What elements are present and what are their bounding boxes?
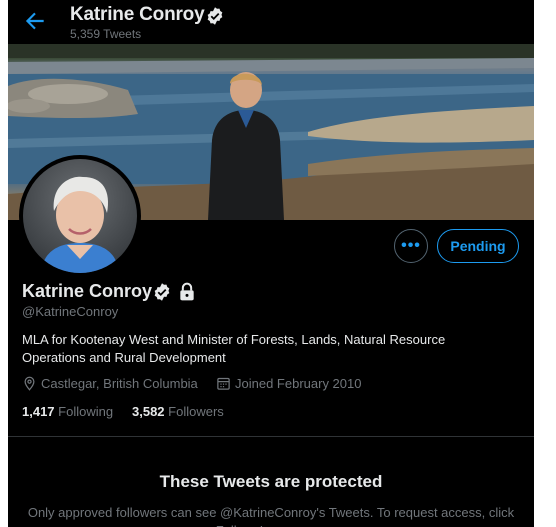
more-options-button[interactable]: •••: [394, 229, 428, 263]
verified-badge-icon: [154, 283, 170, 301]
profile-location: Castlegar, British Columbia: [41, 376, 198, 391]
followers-label: Followers: [168, 404, 224, 419]
profile-joined: Joined February 2010: [235, 376, 362, 391]
protected-title: These Tweets are protected: [159, 472, 383, 491]
followers-count: 3,582: [132, 404, 165, 419]
calendar-icon: [217, 377, 230, 390]
lock-icon: [180, 282, 194, 301]
back-arrow-icon[interactable]: [22, 8, 48, 34]
verified-badge-icon: [207, 7, 223, 25]
divider: [8, 436, 534, 437]
following-label: Following: [58, 404, 114, 419]
header-name: Katrine Conroy: [70, 4, 205, 25]
followers-link[interactable]: 3,582 Followers: [132, 404, 224, 419]
following-count: 1,417: [22, 404, 55, 419]
profile-name: Katrine Conroy: [22, 281, 153, 301]
protected-message: Only approved followers can see @Katrine…: [27, 505, 515, 527]
location-pin-icon: [24, 376, 35, 391]
profile-header: Katrine Conroy 5,359 Tweets: [8, 0, 534, 44]
pending-button[interactable]: Pending: [437, 229, 519, 263]
profile-page: Katrine Conroy 5,359 Tweets ••• Pending …: [8, 0, 534, 527]
avatar[interactable]: [19, 155, 141, 277]
tweet-count: 5,359 Tweets: [70, 27, 142, 41]
following-link[interactable]: 1,417 Following: [22, 404, 113, 419]
profile-handle: @KatrineConroy: [22, 304, 119, 319]
profile-bio: MLA for Kootenay West and Minister of Fo…: [22, 332, 446, 365]
